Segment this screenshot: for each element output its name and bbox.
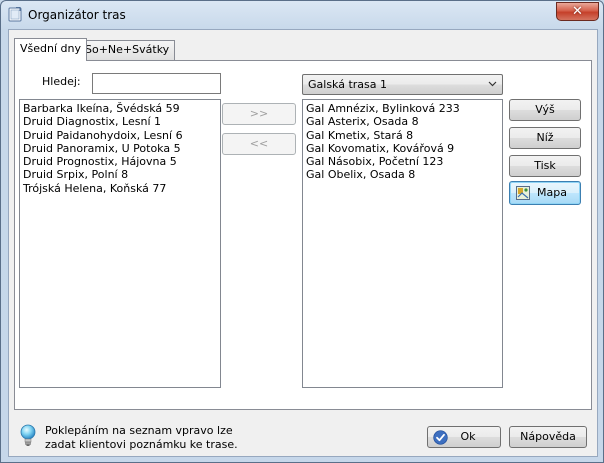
ok-button[interactable]: Ok <box>427 426 501 448</box>
help-button[interactable]: Nápověda <box>509 426 587 448</box>
list-item[interactable]: Gal Kmetix, Stará 8 <box>306 129 499 142</box>
list-item[interactable]: Gal Kovomatix, Kovářová 9 <box>306 142 499 155</box>
close-button[interactable]: ✕ <box>556 2 599 21</box>
lightbulb-icon <box>20 424 36 446</box>
list-item[interactable]: Barbarka Ikeína, Švédská 59 <box>23 102 217 115</box>
list-item[interactable]: Gal Amnézix, Bylinková 233 <box>306 102 499 115</box>
ok-label: Ok <box>460 430 476 443</box>
hint-line-2: zadat klientovi poznámku ke trase. <box>45 438 238 451</box>
clients-list[interactable]: Barbarka Ikeína, Švédská 59 Druid Diagno… <box>19 99 221 388</box>
list-item[interactable]: Druid Diagnostix, Lesní 1 <box>23 115 217 128</box>
list-item[interactable]: Gal Obelix, Osada 8 <box>306 168 499 181</box>
tab-panel: Hledej: Barbarka Ikeína, Švédská 59 Drui… <box>14 60 592 410</box>
print-label: Tisk <box>534 159 556 172</box>
dialog-body: Všední dny So+Ne+Svátky Hledej: Barbarka… <box>8 29 598 457</box>
map-icon <box>516 186 530 200</box>
hint-line-1: Poklepáním na seznam vpravo lze <box>45 424 233 437</box>
tab-weekdays-label: Všední dny <box>20 42 81 55</box>
list-item[interactable]: Druid Srpix, Polní 8 <box>23 168 217 181</box>
route-select-value: Galská trasa 1 <box>308 78 388 91</box>
chevron-down-icon <box>488 81 497 87</box>
tab-weekdays[interactable]: Všední dny <box>14 38 87 61</box>
move-up-label: Výš <box>535 103 555 116</box>
map-label: Mapa <box>537 186 567 199</box>
tab-weekend-holidays-label: So+Ne+Svátky <box>85 43 170 56</box>
window-title: Organizátor tras <box>28 8 126 22</box>
move-up-button[interactable]: Výš <box>509 99 581 121</box>
list-item[interactable]: Druid Panoramix, U Potoka 5 <box>23 142 217 155</box>
search-label: Hledej: <box>42 75 81 88</box>
close-icon: ✕ <box>572 4 583 19</box>
checkmark-icon <box>433 430 448 445</box>
tab-weekend-holidays[interactable]: So+Ne+Svátky <box>79 40 176 60</box>
route-select[interactable]: Galská trasa 1 <box>302 74 503 95</box>
app-window: Organizátor tras ✕ Všední dny So+Ne+Svát… <box>0 0 604 463</box>
map-button[interactable]: Mapa <box>509 181 581 205</box>
list-item[interactable]: Druid Paidanohydoix, Lesní 6 <box>23 129 217 142</box>
help-label: Nápověda <box>520 430 576 443</box>
list-item[interactable]: Druid Prognostix, Hájovna 5 <box>23 155 217 168</box>
move-down-label: Níž <box>536 131 554 144</box>
app-icon <box>8 7 22 22</box>
move-down-button[interactable]: Níž <box>509 127 581 149</box>
search-input[interactable] <box>92 73 221 94</box>
add-to-route-label: >> <box>249 107 269 120</box>
print-button[interactable]: Tisk <box>509 155 581 177</box>
list-item[interactable]: Gal Asterix, Osada 8 <box>306 115 499 128</box>
title-bar[interactable]: Organizátor tras ✕ <box>1 1 603 29</box>
remove-from-route-label: << <box>249 137 269 150</box>
list-item[interactable]: Trójská Helena, Koňská 77 <box>23 182 217 195</box>
remove-from-route-button[interactable]: << <box>222 133 296 155</box>
add-to-route-button[interactable]: >> <box>222 103 296 125</box>
route-clients-list[interactable]: Gal Amnézix, Bylinková 233 Gal Asterix, … <box>302 99 503 388</box>
hint-text: Poklepáním na seznam vpravo lze zadat kl… <box>45 424 238 452</box>
list-item[interactable]: Gal Násobix, Početní 123 <box>306 155 499 168</box>
